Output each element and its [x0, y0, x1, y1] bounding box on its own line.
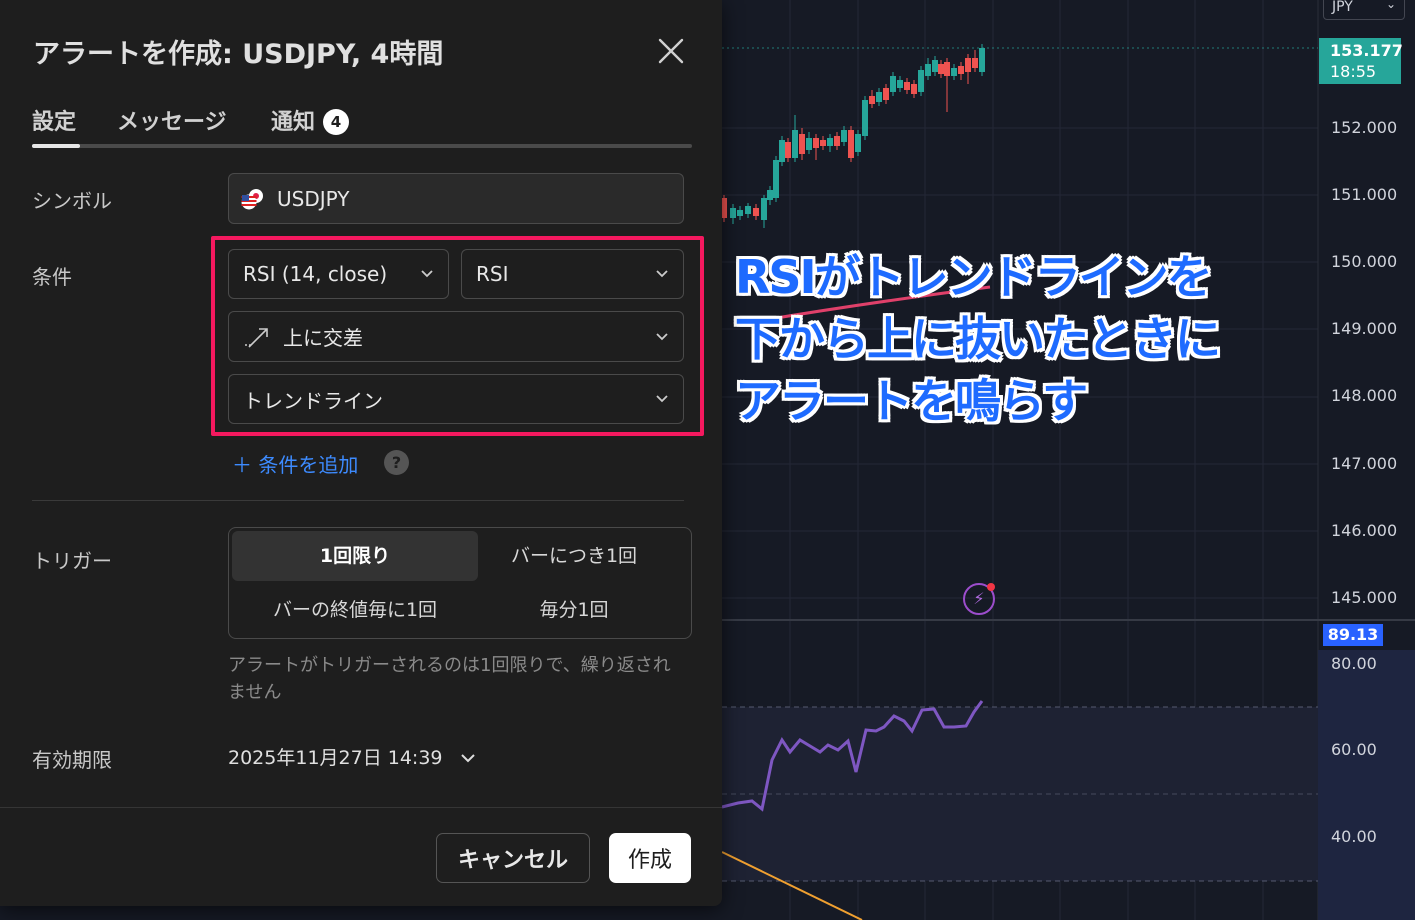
trigger-option-once-per-minute[interactable]: 毎分1回	[461, 585, 687, 635]
dialog-title: アラートを作成: USDJPY, 4時間	[33, 39, 444, 70]
expiry-label: 有効期限	[32, 748, 112, 772]
symbol-label: シンボル	[32, 189, 112, 213]
alert-clock-icon[interactable]: ⚡	[963, 583, 995, 615]
create-alert-dialog: アラートを作成: USDJPY, 4時間 設定 メッセージ 通知 4 シンボル U…	[0, 0, 722, 906]
candle-body	[841, 130, 847, 142]
chevron-down-icon	[460, 754, 475, 763]
tab-notifications-label: 通知	[271, 110, 316, 135]
symbol-value: USDJPY	[277, 186, 350, 211]
annotation-line: 下から上に抜いたときに	[735, 312, 1221, 366]
create-button[interactable]: 作成	[609, 833, 691, 883]
candle-body	[827, 138, 833, 146]
candle-body	[876, 92, 882, 102]
tab-track	[32, 144, 692, 148]
price-tick: 152.000	[1331, 118, 1398, 137]
symbol-field[interactable]: USDJPY	[228, 173, 684, 224]
candle-body	[799, 134, 805, 154]
candle-body	[834, 136, 840, 146]
candle-body	[813, 138, 819, 148]
price-tick: 146.000	[1331, 521, 1398, 540]
us-jp-flag-icon	[241, 188, 263, 209]
rsi-tick: 80.00	[1331, 654, 1377, 673]
tab-notifications[interactable]: 通知 4	[271, 104, 350, 136]
rsi-current-value: 89.13	[1323, 624, 1383, 646]
trigger-options: 1回限り バーにつき1回 バーの終値毎に1回 毎分1回	[228, 527, 692, 639]
annotation-line: RSIがトレンドラインを	[735, 250, 1213, 304]
price-tick: 151.000	[1331, 185, 1398, 204]
candle-body	[979, 48, 985, 72]
candle-body	[761, 198, 767, 220]
price-tick: 148.000	[1331, 386, 1398, 405]
candle-body	[911, 84, 917, 94]
tab-message[interactable]: メッセージ	[117, 104, 227, 136]
candle-body	[855, 134, 861, 152]
section-divider	[32, 500, 684, 501]
expiry-value: 2025年11月27日 14:39	[228, 747, 443, 769]
candle-body	[767, 190, 773, 200]
candle-body	[779, 140, 785, 162]
candle-body	[932, 60, 938, 72]
candle-body	[785, 142, 791, 158]
trigger-option-once-per-bar-close[interactable]: バーの終値毎に1回	[232, 585, 478, 635]
candle-body	[806, 138, 812, 150]
candle-body	[897, 80, 903, 88]
candle-body	[904, 82, 910, 90]
candle-body	[753, 208, 759, 216]
candle-body	[958, 66, 964, 74]
trigger-label: トリガー	[32, 549, 112, 573]
rsi-scale-highlight	[1318, 650, 1415, 920]
rsi-tick: 40.00	[1331, 827, 1377, 846]
condition-highlight-frame	[211, 236, 704, 436]
chevron-down-icon: ⌄	[1385, 0, 1396, 11]
candle-body	[737, 210, 743, 216]
bar-countdown: 18:55	[1330, 62, 1377, 81]
currency-selector[interactable]: JPY ⌄	[1323, 0, 1405, 20]
candle-body	[869, 96, 875, 104]
expiry-picker[interactable]: 2025年11月27日 14:39	[228, 743, 477, 770]
tab-settings[interactable]: 設定	[32, 104, 76, 136]
annotation-text: RSIがトレンドラインを 下から上に抜いたときに アラートを鳴らす	[735, 246, 1221, 432]
candle-body	[972, 58, 978, 68]
add-condition-button[interactable]: ＋ 条件を追加	[232, 449, 358, 478]
price-tick: 150.000	[1331, 252, 1398, 271]
candle-body	[890, 76, 896, 92]
annotation-line: アラートを鳴らす	[735, 374, 1088, 428]
candle-body	[918, 70, 924, 92]
candle-body	[773, 160, 779, 198]
candle-body	[745, 206, 751, 214]
footer-divider	[0, 807, 722, 808]
trigger-option-once[interactable]: 1回限り	[232, 531, 478, 581]
price-tick: 147.000	[1331, 454, 1398, 473]
candle-body	[951, 68, 957, 76]
price-tick: 145.000	[1331, 588, 1398, 607]
dialog-tabs: 設定 メッセージ 通知 4	[32, 104, 692, 148]
candle-body	[944, 62, 950, 76]
currency-label: JPY	[1332, 0, 1353, 15]
candle-body	[883, 88, 889, 100]
candle-body	[938, 64, 944, 74]
candle-body	[862, 100, 868, 136]
active-tab-indicator	[32, 144, 80, 148]
rsi-tick: 60.00	[1331, 740, 1377, 759]
cancel-button[interactable]: キャンセル	[436, 833, 590, 883]
close-icon[interactable]	[654, 34, 688, 68]
help-icon[interactable]: ?	[384, 450, 409, 475]
trigger-hint: アラートがトリガーされるのは1回限りで、繰り返されません	[228, 655, 671, 703]
candle-body	[792, 130, 798, 158]
trigger-option-once-per-bar[interactable]: バーにつき1回	[461, 531, 687, 581]
last-price-value: 153.177	[1330, 41, 1403, 60]
last-price-label: 153.177 18:55	[1319, 38, 1403, 84]
candle-body	[820, 140, 826, 146]
candle-body	[730, 208, 736, 218]
price-tick: 149.000	[1331, 319, 1398, 338]
candle-body	[848, 130, 854, 158]
notification-count-badge: 4	[323, 109, 350, 135]
candle-body	[965, 58, 971, 72]
condition-label: 条件	[32, 265, 72, 289]
candle-body	[925, 64, 931, 76]
